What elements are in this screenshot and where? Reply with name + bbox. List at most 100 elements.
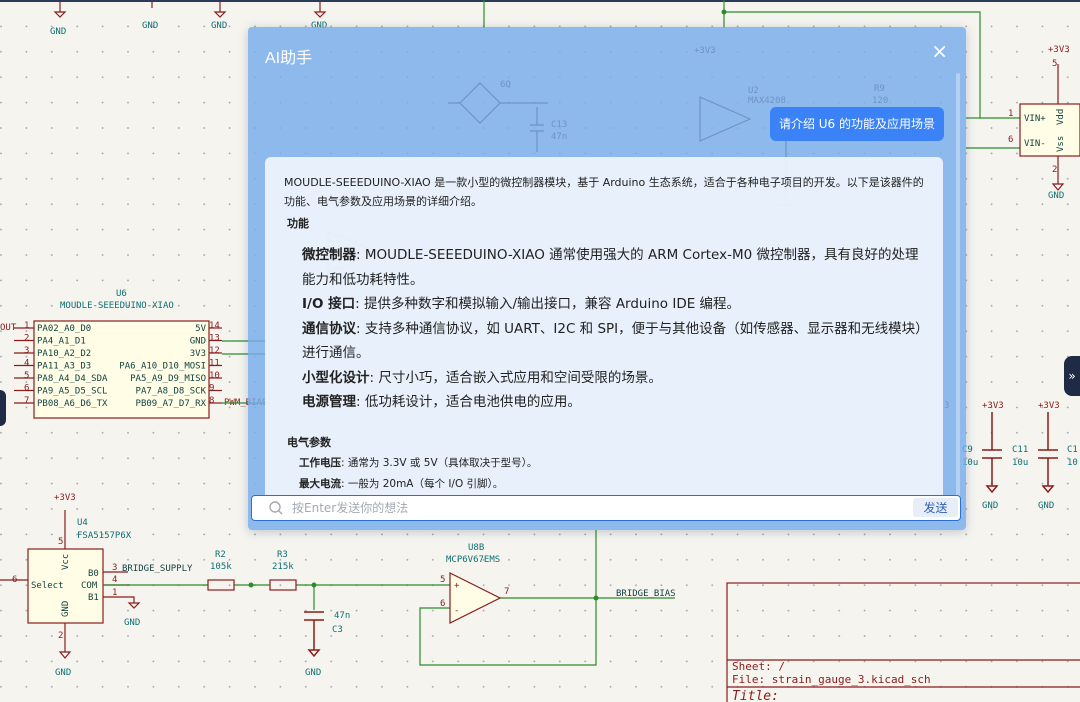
u6-left-pin: PA10_A2_D2 [37,349,91,359]
bridge-ref: 6Q [500,80,511,90]
close-icon[interactable]: × [931,41,948,61]
pin-number: 9 [209,384,214,394]
pin-number: 1 [24,321,29,331]
svg-text:1: 1 [1008,109,1013,119]
u6-left-pin: PA02_A0_D0 [37,324,91,334]
item-title: I/O 接口 [302,296,356,312]
list-item: 通信协议: 支持多种通信协议，如 UART、I2C 和 SPI，便于与其他设备（… [302,317,922,366]
rail-3v3-label: +3V3 [1048,45,1070,55]
functions-heading: 功能 [287,217,309,230]
item-text: : 尺寸小巧，适合嵌入式应用和空间受限的场景。 [369,369,662,386]
item-title: 最大电流 [299,478,341,490]
pin-number: 7 [24,396,29,406]
c1x-ref: C1 [1067,445,1078,455]
c13-value: 47n [551,132,567,142]
u6-right-pin: GND [190,337,206,347]
svg-text:5: 5 [1052,59,1057,69]
u2-ref: U2 [748,86,759,96]
u6-left-pin: PA4_A1_D1 [37,337,86,347]
pin-number: 2 [58,631,63,641]
answer-intro: MOUDLE-SEEEDUINO-XIAO 是一款小型的微控制器模块，基于 Ar… [284,176,924,208]
u6-left-pin: PA9_A5_D5_SCL [37,387,107,397]
pin-number: 6 [24,384,29,394]
item-text: : MOUDLE-SEEEDUINO-XIAO 通常使用强大的 ARM Cort… [302,247,919,288]
u4-select-pin: Select [31,581,64,591]
rail-3v3-label: +3V3 [982,401,1004,411]
r2-value: 105k [210,562,232,572]
title-block-title: Title: [732,689,779,702]
list-item: 小型化设计: 尺寸小巧，适合嵌入式应用和空间受限的场景。 [302,366,922,391]
u6-right-pin: 3V3 [190,349,206,359]
u6-right-pin: PA5_A9_D9_MISO [130,374,206,384]
ai-assistant-panel: 6Q C13 47n U2 MAX4208 R9 120 +3V3 AI助手 ×… [248,27,966,530]
rail-3v3-label: +3V3 [694,46,716,56]
list-item: I/O 接口: 提供多种数字和模拟输入/输出接口，兼容 Arduino IDE … [302,292,922,317]
gnd-label: GND [1038,501,1054,511]
net-bridge-bias: BRIDGE_BIAS [616,589,676,599]
c3-value: 47n [334,611,350,621]
vin-plus-pin: VIN+ [1024,114,1046,124]
vss-pin: Vss [1056,136,1066,152]
u4-b0-pin: B0 [88,569,99,579]
message-input[interactable] [292,498,892,517]
panel-title: AI助手 [265,50,313,67]
r2-ref: R2 [215,550,226,560]
u4-ref: U4 [77,518,88,528]
u4-b1-pin: B1 [88,593,99,603]
item-title: 小型化设计 [302,369,370,386]
gnd-label: GND [55,668,71,678]
c11-ref: C11 [1012,445,1028,455]
pin-number: 6 [440,599,445,609]
u6-right-pin: PA6_A10_D10_MOSI [119,362,206,372]
gnd-label: GND [982,501,998,511]
left-side-tab[interactable] [0,390,6,426]
rail-3v3-label: +3V3 [54,493,76,503]
functions-list: 微控制器: MOUDLE-SEEEDUINO-XIAO 通常使用强大的 ARM … [302,243,922,415]
u4-value: FSA5157P6X [77,531,132,541]
gnd-label: GND [124,618,140,628]
panel-scrollbar[interactable] [956,73,960,503]
u6-value: MOUDLE-SEEEDUINO-XIAO [60,301,174,311]
message-input-bar: 发送 [251,495,961,521]
pin-number: 4 [24,359,29,369]
list-item: 电源管理: 低功耗设计，适合电池供电的应用。 [302,390,922,415]
pin-number: 2 [24,334,29,344]
expand-panel-icon[interactable]: » [1064,356,1080,396]
r9-ref: R9 [874,84,885,94]
u4-com-pin: COM [81,581,98,591]
item-title: 通信协议 [302,320,356,337]
pin-number: 8 [209,396,214,406]
pin-number: 1 [112,588,117,598]
item-text: : 通常为 3.3V 或 5V（具体取决于型号）。 [341,457,538,469]
u6-left-pin: PA8_A4_D4_SDA [37,374,108,384]
u2-value: MAX4208 [748,96,786,106]
svg-text:+: + [454,581,460,591]
svg-text:2: 2 [1052,165,1057,175]
gnd-label: GND [211,21,227,31]
u6-ref: U6 [116,289,127,299]
vin-minus-pin: VIN- [1024,139,1046,149]
pin-number: 3 [24,346,29,356]
user-message-bubble: 请介绍 U6 的功能及应用场景 [769,107,944,141]
item-title: 工作电压 [299,457,341,469]
c1x-value: 10 [1067,458,1078,468]
item-text: : 一般为 20mA（每个 I/O 引脚）。 [341,478,504,490]
gnd-label: GND [1048,191,1064,201]
list-item: 微控制器: MOUDLE-SEEEDUINO-XIAO 通常使用强大的 ARM … [302,243,922,292]
electrical-item: 最大电流: 一般为 20mA（每个 I/O 引脚）。 [299,476,503,491]
net-bridge-supply: BRIDGE_SUPPLY [122,564,193,574]
svg-text:6: 6 [1008,135,1013,145]
item-text: : 支持多种通信协议，如 UART、I2C 和 SPI，便于与其他设备（如传感器… [302,320,922,362]
pin-number: 14 [209,321,220,331]
electrical-heading: 电气参数 [287,436,331,449]
svg-text:-: - [454,606,459,616]
pin-number: 12 [209,346,220,356]
assistant-answer: MOUDLE-SEEEDUINO-XIAO 是一款小型的微控制器模块，基于 Ar… [265,157,943,502]
send-button[interactable]: 发送 [913,498,958,517]
c3-ref: C3 [332,625,343,635]
item-text: : 提供多种数字和模拟输入/输出接口，兼容 Arduino IDE 编程。 [355,296,741,312]
u6-right-pin: PB09_A7_D7_RX [136,399,207,409]
u4-gnd-pin: GND [61,601,71,617]
r9-value: 120 [872,96,888,106]
r3-value: 215k [272,562,294,572]
